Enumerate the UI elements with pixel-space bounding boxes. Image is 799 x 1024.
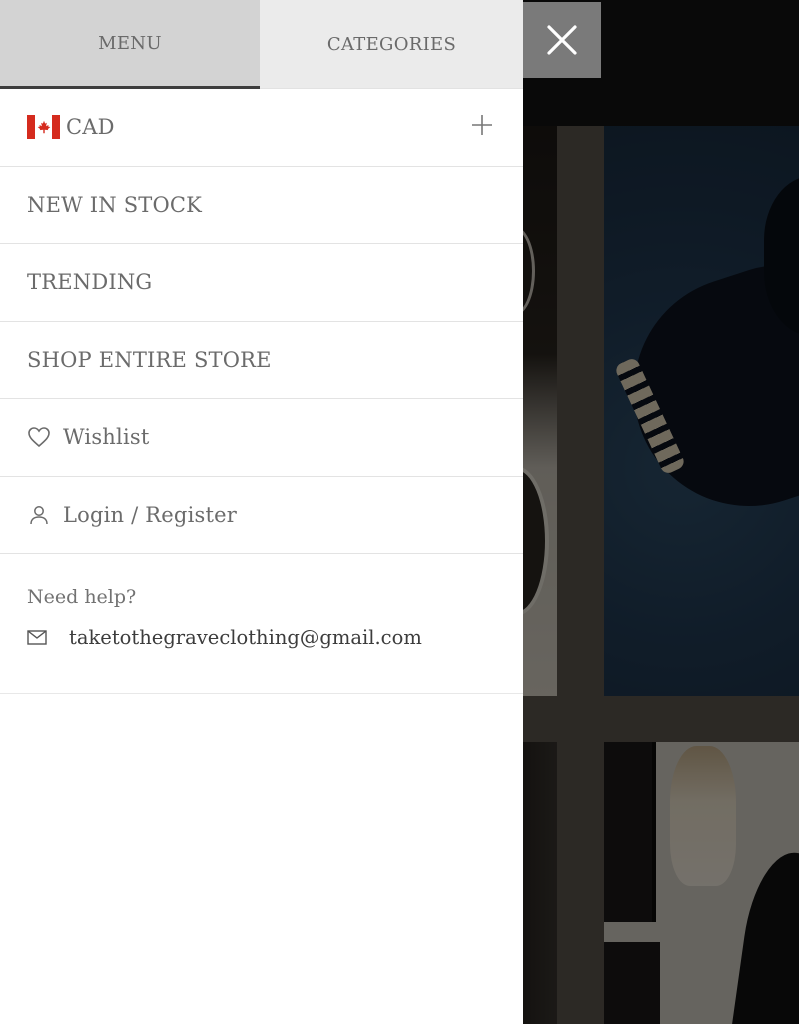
menu-item-shop-entire-store[interactable]: SHOP ENTIRE STORE <box>0 322 523 399</box>
tab-categories[interactable]: CATEGORIES <box>260 0 523 89</box>
login-register-label: Login / Register <box>63 502 237 527</box>
menu-item-label: SHOP ENTIRE STORE <box>27 347 272 372</box>
help-section: Need help? taketothegraveclothing@gmail.… <box>0 554 523 694</box>
currency-selector[interactable]: CAD <box>0 89 523 167</box>
mail-icon <box>27 630 47 645</box>
drawer-tabs: MENU CATEGORIES <box>0 0 523 89</box>
close-icon <box>547 25 577 55</box>
canada-flag-icon <box>27 115 60 140</box>
page-overlay[interactable] <box>523 0 799 1024</box>
menu-item-new-in-stock[interactable]: NEW IN STOCK <box>0 167 523 244</box>
menu-item-label: NEW IN STOCK <box>27 192 203 217</box>
menu-item-trending[interactable]: TRENDING <box>0 244 523 322</box>
help-email-link[interactable]: taketothegraveclothing@gmail.com <box>27 626 496 649</box>
currency-label: CAD <box>66 115 115 140</box>
help-title: Need help? <box>27 586 137 608</box>
plus-icon[interactable] <box>471 114 493 140</box>
login-register-link[interactable]: Login / Register <box>0 477 523 554</box>
user-icon <box>27 503 51 527</box>
wishlist-link[interactable]: Wishlist <box>0 399 523 477</box>
mobile-menu-drawer: MENU CATEGORIES CAD NEW IN STOCK TRENDIN… <box>0 0 523 1024</box>
heart-icon <box>27 426 51 448</box>
menu-item-label: TRENDING <box>27 270 153 295</box>
wishlist-label: Wishlist <box>63 425 150 450</box>
close-drawer-button[interactable] <box>523 2 601 78</box>
tab-menu[interactable]: MENU <box>0 0 260 89</box>
help-email-address: taketothegraveclothing@gmail.com <box>69 626 422 649</box>
